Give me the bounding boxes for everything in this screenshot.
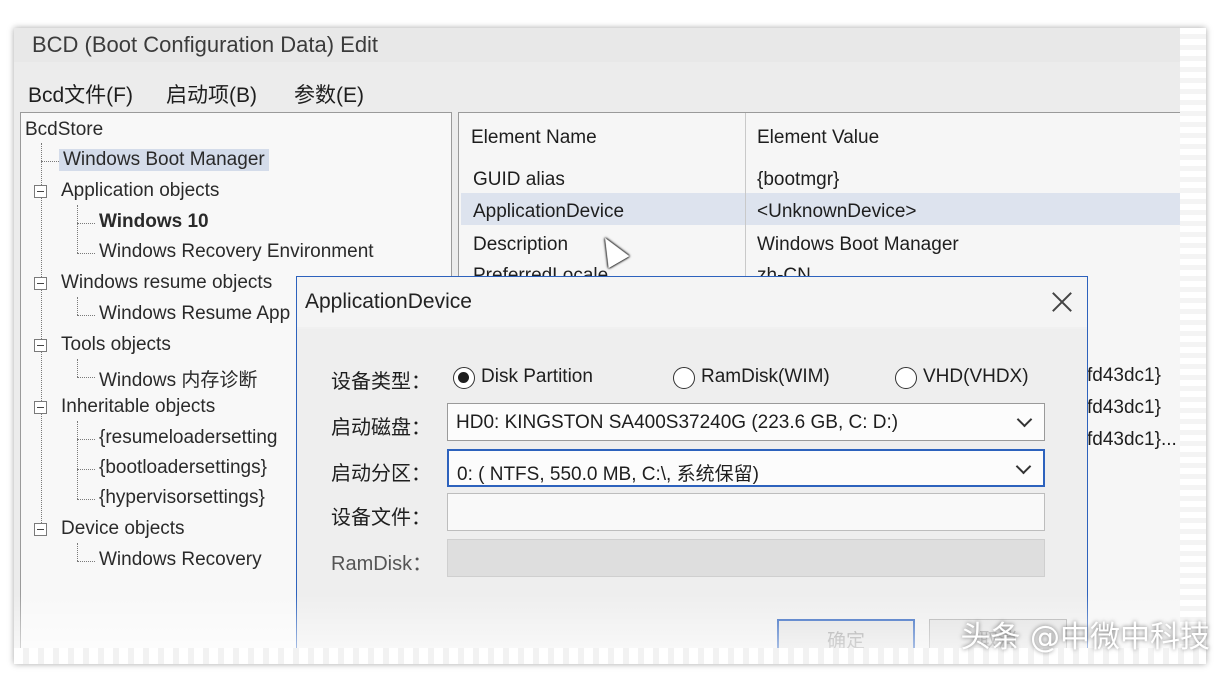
- collapse-icon[interactable]: [34, 339, 47, 352]
- radio-disk-partition-label[interactable]: Disk Partition: [481, 366, 593, 388]
- tree-item-windows-recovery[interactable]: Windows Recovery: [99, 549, 262, 571]
- collapse-icon[interactable]: [34, 185, 47, 198]
- tree-guide-line: [77, 543, 78, 561]
- tree-item-hypervisorsettings[interactable]: {hypervisorsettings}: [99, 487, 265, 509]
- tree-connector: [77, 315, 95, 316]
- boot-partition-value: 0: ( NTFS, 550.0 MB, C:\, 系统保留): [457, 464, 759, 485]
- column-header-element-value[interactable]: Element Value: [757, 127, 879, 149]
- window-title: BCD (Boot Configuration Data) Edit: [32, 32, 379, 57]
- tree-item-windows-memory-diagnostic[interactable]: Windows 内存诊断: [99, 365, 257, 392]
- tree-guide-line: [77, 205, 78, 253]
- collapse-icon[interactable]: [34, 523, 47, 536]
- grid-cell-value-partial[interactable]: fd43dc1}: [1087, 397, 1161, 419]
- column-header-element-name[interactable]: Element Name: [471, 127, 597, 149]
- tree-connector: [77, 439, 95, 440]
- tree-item-bootloadersettings[interactable]: {bootloadersettings}: [99, 457, 267, 479]
- boot-partition-label: 启动分区：: [331, 463, 431, 485]
- tree-connector: [77, 223, 95, 224]
- tree-guide-line: [77, 421, 78, 499]
- collapse-icon[interactable]: [34, 277, 47, 290]
- radio-ramdisk-label[interactable]: RamDisk(WIM): [701, 366, 830, 388]
- tree-item-application-objects[interactable]: Application objects: [61, 180, 219, 202]
- watermark-text: 头条 @中微中科技: [960, 620, 1210, 655]
- radio-vhd-label[interactable]: VHD(VHDX): [923, 366, 1029, 388]
- menu-boot-entry[interactable]: 启动项(B): [166, 79, 257, 109]
- tree-item-tools-objects[interactable]: Tools objects: [61, 334, 171, 356]
- tree-connector: [77, 499, 95, 500]
- tree-connector: [77, 469, 95, 470]
- chevron-down-icon: [1016, 411, 1033, 428]
- ramdisk-label: RamDisk：: [331, 553, 433, 575]
- tree-connector: [77, 253, 95, 254]
- grid-cell-value[interactable]: Windows Boot Manager: [757, 234, 959, 256]
- radio-ramdisk[interactable]: [673, 367, 695, 389]
- menu-bcd-file[interactable]: Bcd文件(F): [28, 79, 133, 109]
- grid-cell-name[interactable]: Description: [473, 234, 568, 256]
- tree-item-windows-resume-app[interactable]: Windows Resume App: [99, 303, 290, 325]
- tree-connector: [41, 161, 59, 162]
- tree-item-inheritable-objects[interactable]: Inheritable objects: [61, 396, 215, 418]
- boot-disk-value: HD0: KINGSTON SA400S37240G (223.6 GB, C:…: [456, 412, 899, 433]
- tree-item-resumeloadersettings[interactable]: {resumeloadersetting: [99, 427, 278, 449]
- grid-cell-value[interactable]: {bootmgr}: [757, 169, 839, 191]
- grid-cell-value[interactable]: <UnknownDevice>: [757, 201, 916, 223]
- boot-disk-dropdown[interactable]: HD0: KINGSTON SA400S37240G (223.6 GB, C:…: [447, 403, 1045, 441]
- tree-item-windows-10[interactable]: Windows 10: [99, 211, 209, 233]
- grid-cell-value-partial[interactable]: fd43dc1}: [1087, 365, 1161, 387]
- tree-item-windows-resume-objects[interactable]: Windows resume objects: [61, 272, 272, 294]
- close-icon[interactable]: [1049, 289, 1075, 315]
- tree-item-windows-boot-manager[interactable]: Windows Boot Manager: [59, 149, 269, 171]
- device-file-label: 设备文件：: [331, 507, 431, 529]
- window-titlebar: BCD (Boot Configuration Data) Edit: [14, 28, 1206, 62]
- dialog-titlebar: ApplicationDevice: [297, 277, 1087, 327]
- tree-root-bcdstore[interactable]: BcdStore: [25, 119, 103, 141]
- dialog-title: ApplicationDevice: [305, 290, 472, 313]
- boot-partition-dropdown[interactable]: 0: ( NTFS, 550.0 MB, C:\, 系统保留): [447, 449, 1045, 487]
- screenshot-photo: BCD (Boot Configuration Data) Edit Bcd文件…: [14, 28, 1206, 664]
- device-type-label: 设备类型：: [331, 371, 431, 393]
- radio-vhd[interactable]: [895, 367, 917, 389]
- grid-cell-value-partial[interactable]: fd43dc1}...: [1087, 429, 1177, 451]
- grid-cell-name[interactable]: ApplicationDevice: [473, 201, 624, 223]
- chevron-down-icon: [1015, 458, 1032, 475]
- tree-item-windows-recovery-environment[interactable]: Windows Recovery Environment: [99, 241, 374, 263]
- tree-guide-line: [77, 359, 78, 377]
- torn-edge: [1180, 28, 1206, 664]
- menu-parameters[interactable]: 参数(E): [294, 79, 364, 109]
- collapse-icon[interactable]: [34, 401, 47, 414]
- tree-guide-line: [77, 297, 78, 315]
- tree-item-device-objects[interactable]: Device objects: [61, 518, 185, 540]
- boot-disk-label: 启动磁盘：: [331, 417, 431, 439]
- menu-bar: Bcd文件(F) 启动项(B) 参数(E): [14, 74, 1206, 108]
- grid-cell-name[interactable]: GUID alias: [473, 169, 565, 191]
- device-file-input[interactable]: [447, 493, 1045, 531]
- radio-disk-partition[interactable]: [453, 367, 475, 389]
- tree-connector: [77, 377, 95, 378]
- ramdisk-dropdown[interactable]: [447, 539, 1045, 577]
- tree-connector: [77, 561, 95, 562]
